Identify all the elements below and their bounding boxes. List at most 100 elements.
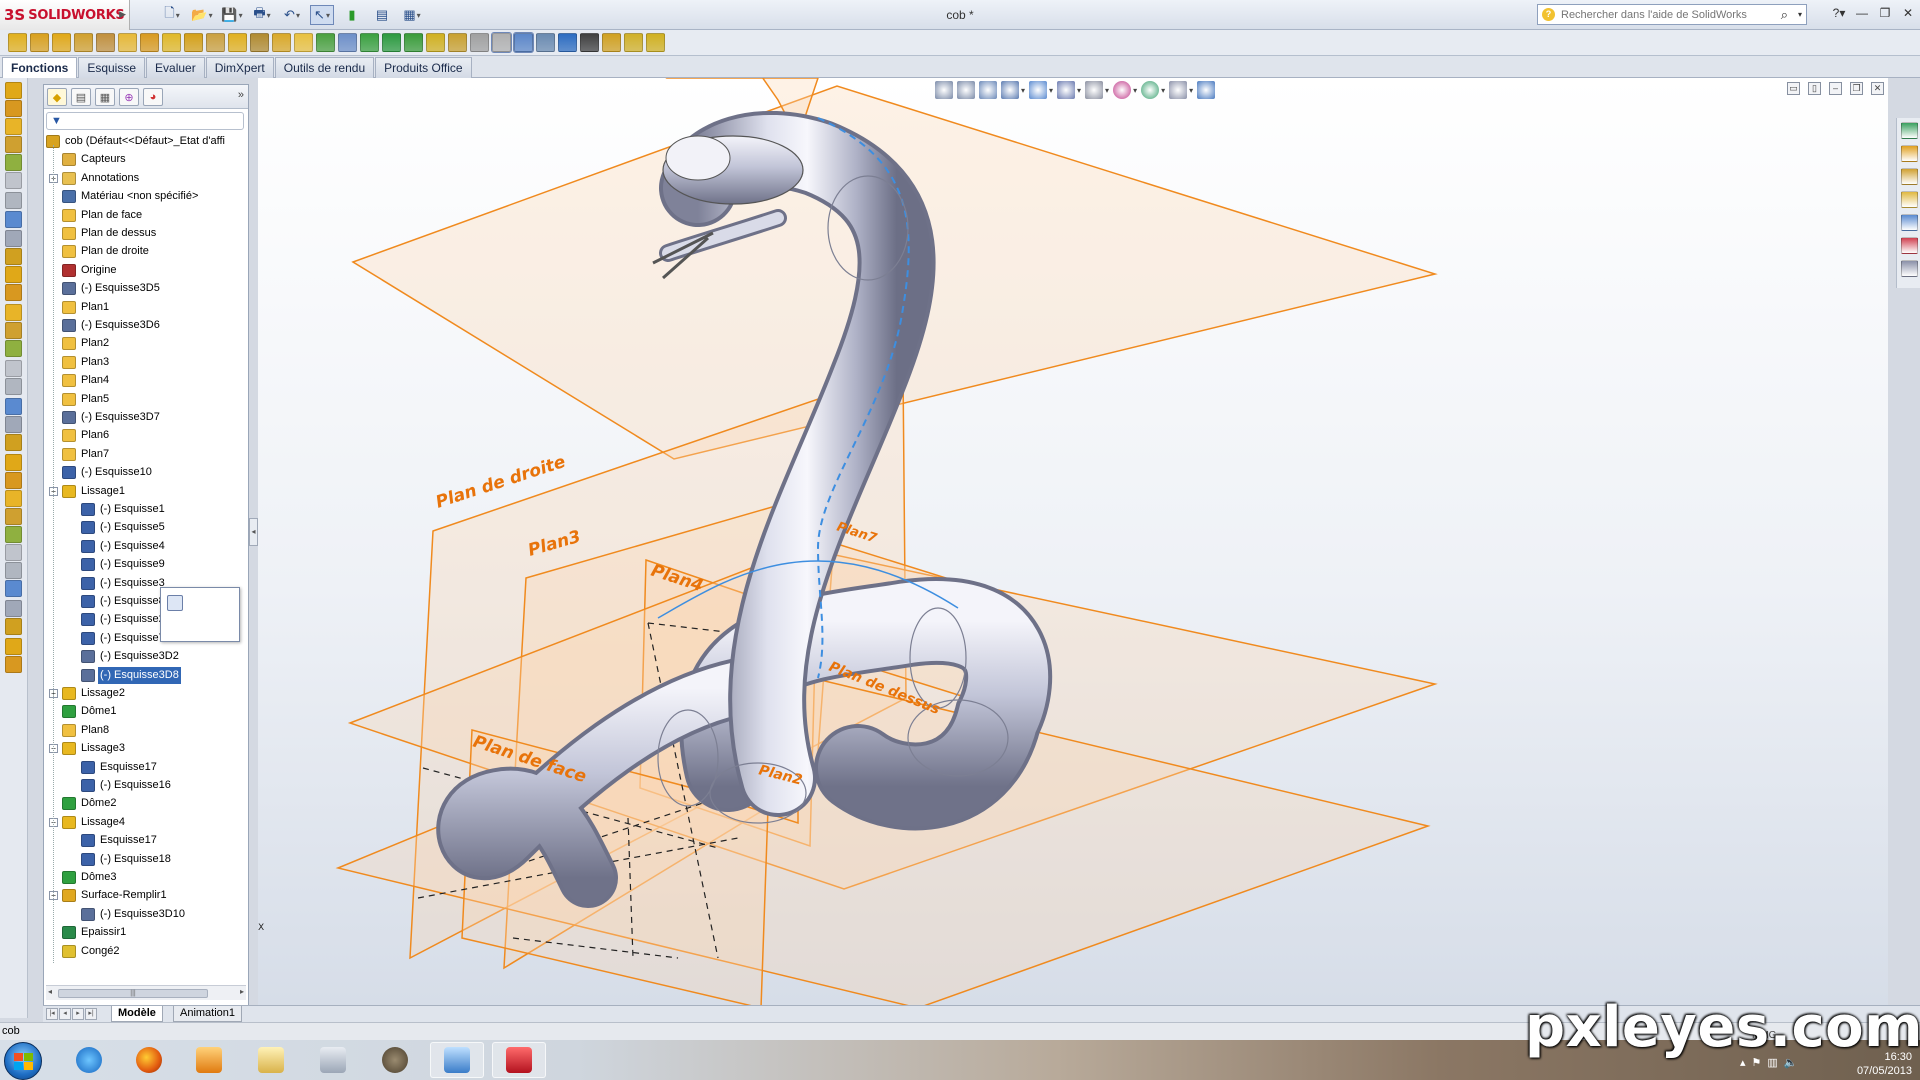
axis-icon[interactable]	[5, 454, 22, 471]
print-icon[interactable]: 🖶 ▾	[250, 5, 274, 25]
custom-properties-icon[interactable]	[1901, 260, 1918, 277]
display-style-icon[interactable]	[1057, 81, 1076, 99]
hole-wizard-icon[interactable]	[140, 33, 159, 52]
tab-modele[interactable]: Modèle	[111, 1006, 163, 1022]
first-tab-icon[interactable]: |◂	[46, 1008, 58, 1020]
configuration-manager-tab-icon[interactable]: ▦	[95, 88, 115, 106]
pan-icon[interactable]	[1197, 81, 1216, 99]
chevron-down-icon[interactable]: ▾	[1189, 86, 1193, 95]
search-files-icon[interactable]	[1901, 191, 1918, 208]
extrude-cut-icon[interactable]	[118, 33, 137, 52]
search-icon[interactable]: ⌕	[1781, 7, 1788, 23]
parent-child-icon[interactable]	[189, 595, 205, 611]
section-icon[interactable]	[5, 544, 22, 561]
mass-icon[interactable]	[5, 600, 22, 617]
boundary-icon[interactable]	[5, 154, 22, 171]
freeform-icon[interactable]	[5, 340, 22, 357]
curve-icon[interactable]	[5, 378, 22, 395]
property-manager-tab-icon[interactable]: ▤	[71, 88, 91, 106]
fill-icon[interactable]	[5, 360, 22, 377]
measure-icon[interactable]	[5, 580, 22, 597]
indent-icon[interactable]	[5, 322, 22, 339]
panel-collapse-handle[interactable]: ◂	[249, 518, 258, 546]
section-view-icon[interactable]	[1001, 81, 1019, 99]
coordinate-icon[interactable]	[5, 490, 22, 507]
solidworks-resources-icon[interactable]	[1901, 122, 1918, 139]
internet-explorer-taskbar-button[interactable]	[62, 1042, 116, 1078]
rib-icon[interactable]	[294, 33, 313, 52]
swept-cut-icon[interactable]	[184, 33, 203, 52]
boundary-boss-icon[interactable]	[96, 33, 115, 52]
tab-dimxpert[interactable]: DimXpert	[205, 57, 274, 78]
rollback-icon[interactable]	[213, 595, 229, 611]
tab-outils-de-rendu[interactable]: Outils de rendu	[274, 57, 375, 78]
revolve-boss-icon[interactable]	[30, 33, 49, 52]
linear-pattern-icon[interactable]	[272, 33, 291, 52]
shell-icon[interactable]	[338, 33, 357, 52]
model-scene[interactable]: Plan de droite Plan3 Plan4 Plan7 Plan de…	[258, 78, 1888, 1005]
help-search-box[interactable]: ? ⌕ ▾	[1537, 4, 1807, 25]
view-settings-icon[interactable]	[1169, 81, 1188, 99]
previous-view-icon[interactable]	[979, 81, 997, 99]
tab-fonctions[interactable]: Fonctions	[2, 57, 78, 78]
deform-icon[interactable]	[5, 284, 22, 301]
split-icon[interactable]	[5, 211, 22, 228]
normal-to-icon[interactable]	[167, 619, 183, 635]
sketch-icon[interactable]	[5, 416, 22, 433]
apply-scene-icon[interactable]	[1141, 81, 1160, 99]
measure-icon[interactable]	[536, 33, 555, 52]
table-icon[interactable]	[602, 33, 621, 52]
scroll-right-icon[interactable]: ▸	[240, 987, 244, 996]
design-library-icon[interactable]	[1901, 145, 1918, 162]
chevron-down-icon[interactable]: ▾	[1021, 86, 1025, 95]
view-palette-icon[interactable]	[1901, 214, 1918, 231]
render-icon[interactable]	[5, 562, 22, 579]
extrude-icon[interactable]	[5, 82, 22, 99]
chevron-down-icon[interactable]: ▾	[1049, 86, 1053, 95]
helix-icon[interactable]	[5, 398, 22, 415]
tile-vertical-icon[interactable]: ▯	[1808, 82, 1821, 95]
tile-horizontal-icon[interactable]: ▭	[1787, 82, 1800, 95]
zoom-to-selection-icon[interactable]	[189, 619, 205, 635]
draft-icon[interactable]	[316, 33, 335, 52]
graphics-viewport[interactable]: Plan de droite Plan3 Plan4 Plan7 Plan de…	[258, 78, 1888, 1005]
lofted-cut-icon[interactable]	[206, 33, 225, 52]
chevron-down-icon[interactable]: ▾	[1105, 86, 1109, 95]
hide-show-icon[interactable]	[558, 33, 577, 52]
minimize-icon[interactable]: –	[1829, 82, 1842, 95]
curves-icon[interactable]	[448, 33, 467, 52]
previous-tab-icon[interactable]: ◂	[59, 1008, 71, 1020]
boundary-cut-icon[interactable]	[228, 33, 247, 52]
next-tab-icon[interactable]: ▸	[72, 1008, 84, 1020]
zoom-to-fit-icon[interactable]	[935, 81, 953, 99]
tab-evaluer[interactable]: Evaluer	[146, 57, 205, 78]
tab-produits-office[interactable]: Produits Office	[375, 57, 472, 78]
help-icon[interactable]: ?▾	[1831, 5, 1847, 21]
chevron-right-icon[interactable]: »	[238, 89, 244, 101]
loft-icon[interactable]	[5, 136, 22, 153]
revolve-icon[interactable]	[5, 100, 22, 117]
open-folder-icon[interactable]: 📂 ▾	[190, 5, 214, 25]
mate-icon[interactable]	[5, 508, 22, 525]
reference-geometry-icon[interactable]	[426, 33, 445, 52]
dome-icon[interactable]	[382, 33, 401, 52]
help-search-input[interactable]	[1561, 8, 1771, 21]
firefox-taskbar-button[interactable]	[122, 1042, 176, 1078]
view-icon[interactable]	[5, 526, 22, 543]
file-explorer-icon[interactable]	[1901, 168, 1918, 185]
chevron-down-icon[interactable]: ▾	[1077, 86, 1081, 95]
custom-icon[interactable]	[5, 638, 22, 655]
view-orientation-icon[interactable]	[1029, 81, 1048, 99]
revolve-cut-icon[interactable]	[162, 33, 181, 52]
options-icon[interactable]: ▦ ▾	[400, 5, 424, 25]
calculator-taskbar-button[interactable]	[306, 1042, 360, 1078]
chevron-down-icon[interactable]: ▾	[1133, 86, 1137, 95]
tab-esquisse[interactable]: Esquisse	[78, 57, 146, 78]
edit-sketch-icon[interactable]	[167, 595, 183, 611]
rebuild-icon[interactable]: ▮	[340, 5, 364, 25]
tab-animation1[interactable]: Animation1	[173, 1006, 243, 1022]
flex-icon[interactable]	[5, 304, 22, 321]
restore-icon[interactable]: ❐	[1877, 5, 1893, 21]
image-icon[interactable]	[646, 33, 665, 52]
file-properties-icon[interactable]: ▤	[370, 5, 394, 25]
